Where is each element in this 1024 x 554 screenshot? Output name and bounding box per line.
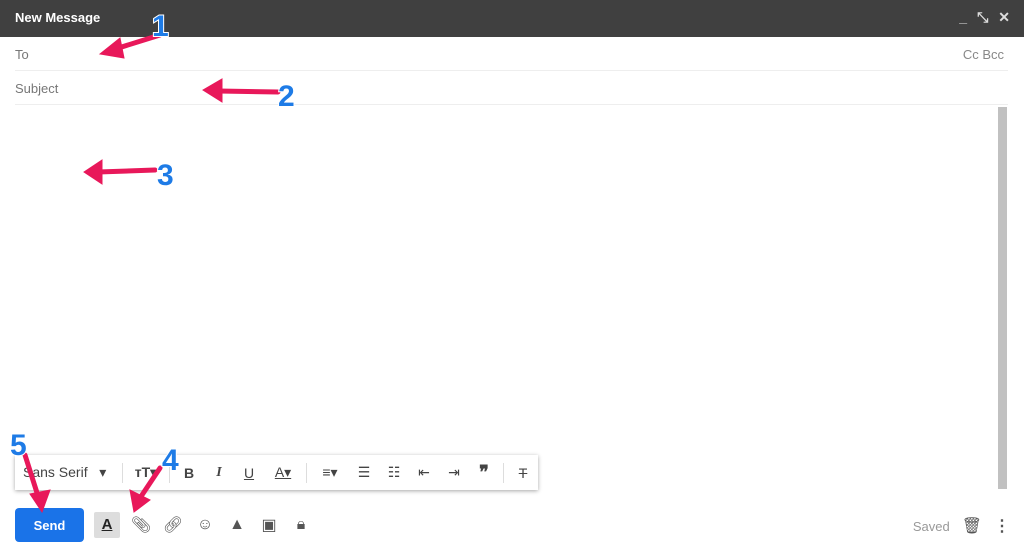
font-select[interactable]: Sans Serif ▾ [23, 464, 118, 481]
title-bar: New Message _ ⤡ ✕ [0, 0, 1024, 37]
divider [306, 462, 307, 483]
confidential-mode-icon[interactable]: 🔒︎ [290, 516, 312, 534]
emoji-icon[interactable]: ☺ [194, 516, 216, 534]
cc-bcc-link[interactable]: Cc Bcc [963, 47, 1004, 62]
scrollbar[interactable] [998, 107, 1007, 489]
insert-link-icon[interactable]: 🔗︎ [162, 515, 184, 535]
more-options-icon[interactable]: ⋮ [994, 516, 1010, 536]
minimize-icon[interactable]: _ [959, 9, 967, 26]
divider [122, 462, 123, 483]
discard-draft-icon[interactable]: 🗑︎ [962, 516, 982, 536]
message-body[interactable] [15, 107, 995, 452]
align-icon[interactable]: ≡▾ [311, 464, 349, 481]
formatting-options-icon[interactable]: A [94, 512, 120, 538]
window-title: New Message [15, 10, 101, 25]
to-label: To [15, 47, 29, 62]
subject-field[interactable]: Subject [15, 71, 1008, 105]
send-button[interactable]: Send [15, 508, 84, 542]
saved-status: Saved [912, 518, 950, 534]
italic-icon[interactable]: I [204, 465, 234, 481]
formatting-toolbar: Sans Serif ▾ тT▾ B I U A▾ ≡▾ ☰ ☷ ⇤ ⇥ ❞ T [15, 455, 538, 490]
close-icon[interactable]: ✕ [998, 9, 1010, 26]
bulleted-list-icon[interactable]: ☷ [379, 464, 409, 481]
subject-placeholder: Subject [15, 81, 59, 96]
divider [169, 462, 170, 483]
remove-formatting-icon[interactable]: T [508, 465, 538, 481]
numbered-list-icon[interactable]: ☰ [349, 464, 379, 481]
to-field[interactable]: To Cc Bcc [15, 37, 1008, 71]
divider [503, 462, 504, 483]
text-size-icon[interactable]: тT▾ [127, 464, 165, 481]
indent-less-icon[interactable]: ⇤ [409, 464, 439, 481]
underline-icon[interactable]: U [234, 465, 264, 481]
expand-icon[interactable]: ⤡ [977, 9, 988, 26]
bottom-right: Saved 🗑︎ ⋮ [913, 516, 1010, 536]
bold-icon[interactable]: B [174, 465, 204, 481]
indent-more-icon[interactable]: ⇥ [439, 464, 469, 481]
quote-icon[interactable]: ❞ [469, 462, 499, 483]
attach-file-icon[interactable]: 📎︎ [130, 515, 152, 535]
drive-icon[interactable]: ▲ [226, 516, 248, 534]
font-name: Sans Serif [23, 464, 88, 480]
text-color-icon[interactable]: A▾ [264, 464, 302, 481]
insert-photo-icon[interactable]: ▣ [258, 515, 280, 535]
bottom-toolbar: Send A 📎︎ 🔗︎ ☺ ▲ ▣ 🔒︎ [15, 508, 312, 542]
